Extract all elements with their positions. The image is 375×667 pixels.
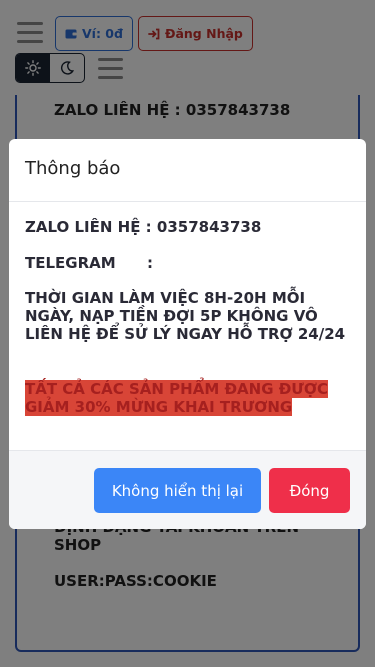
telegram-contact: TELEGRAM : <box>25 254 154 272</box>
modal-footer: Không hiển thị lại Đóng <box>9 450 366 529</box>
close-button[interactable]: Đóng <box>269 468 350 513</box>
working-hours-notice: THỜI GIAN LÀM VIỆC 8H-20H MỖI NGÀY, NẠP … <box>25 289 346 343</box>
modal-title: Thông báo <box>25 158 121 179</box>
modal-body: ZALO LIÊN HỆ : 0357843738 TELEGRAM : THỜ… <box>9 202 366 450</box>
notification-modal: Thông báo ZALO LIÊN HỆ : 0357843738 TELE… <box>9 139 366 529</box>
dont-show-again-button[interactable]: Không hiển thị lại <box>94 468 261 513</box>
promo-notice: TẤT CẢ CÁC SẢN PHẨM ĐANG ĐƯỢC GIẢM 30% M… <box>25 380 350 416</box>
promo-text: TẤT CẢ CÁC SẢN PHẨM ĐANG ĐƯỢC GIẢM 30% M… <box>25 380 328 416</box>
modal-header: Thông báo <box>9 139 366 202</box>
zalo-contact: ZALO LIÊN HỆ : 0357843738 <box>25 218 262 236</box>
